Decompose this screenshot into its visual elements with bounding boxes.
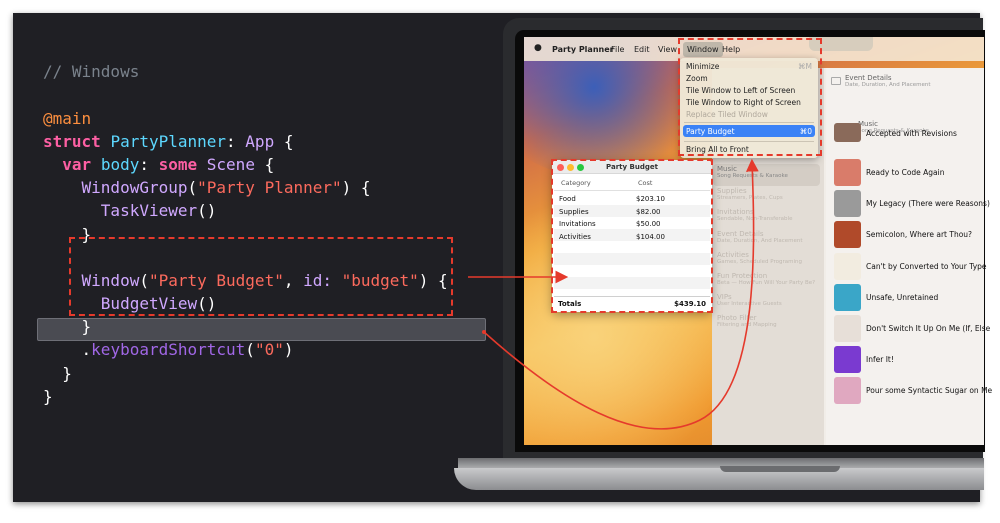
sidebar-item[interactable]: Invitations Sendable, Non-Transferable [717,208,792,222]
event-details-header: Event Details Date, Duration, And Placeme… [845,74,931,88]
sidebar-item[interactable]: Photo Filter Filtering and Mapping [717,314,777,328]
code-line-12: } [81,317,92,337]
song-row[interactable]: Can't by Converted to Your Type [832,253,987,281]
sidebar-item-subtitle: Date, Duration, And Placement [717,238,803,244]
sidebar-item-subtitle: Streamers, Plates, Cups [717,195,783,201]
sidebar-item-title: Supplies [717,187,747,195]
song-title: Infer It! [866,355,894,364]
sidebar-item-subtitle: Song Requests & Karaoke [717,173,788,179]
code-line-3: @main [43,108,92,128]
code-line-5: var body: some Scene { [62,154,275,174]
code-line-7: TaskViewer() [100,201,217,221]
menu-file[interactable]: File [611,45,624,54]
sidebar-item-subtitle: Games, Scheduled Programing [717,259,802,265]
song-row[interactable]: Accepted with Revisions [832,123,984,159]
code-line-14: } [62,363,72,383]
song-title: Don't Switch It Up On Me (If, Else [866,324,991,333]
code-line-13: .keyboardShortcut("0") [81,340,294,360]
sidebar-item-subtitle: User Interactive Guests [717,301,782,307]
album-art-image [834,190,861,217]
sidebar-item[interactable]: VIPs User Interactive Guests [717,293,782,307]
song-row[interactable]: Pour some Syntactic Sugar on Me [832,377,992,405]
sidebar-item[interactable]: Music Song Requests & Karaoke [717,165,788,179]
sidebar-item-title: Activities [717,251,749,259]
menu-edit[interactable]: Edit [634,45,650,54]
sidebar-item-subtitle: Beta — How Fun Will Your Party Be? [717,280,816,286]
sidebar-item-title: Event Details [717,230,764,238]
album-art-image [834,284,861,311]
song-row[interactable]: My Legacy (There were Reasons) [832,190,990,218]
album-art-image [834,346,861,373]
album-art-image [834,253,861,280]
window-scene-callout-box [69,237,453,316]
album-art-image [834,377,861,404]
sidebar-item-subtitle: Sendable, Non-Transferable [717,216,793,222]
code-line-6: WindowGroup("Party Planner") { [81,178,371,198]
song-title: Accepted with Revisions [866,129,957,138]
album-art-image [834,123,861,142]
song-row[interactable]: Ready to Code Again [832,159,984,187]
song-row[interactable]: Unsafe, Unretained [832,284,984,312]
sidebar-item[interactable]: Supplies Streamers, Plates, Cups [717,187,783,201]
sidebar-item[interactable]: Fun Protection Beta — How Fun Will Your P… [717,272,815,286]
song-title: Can't by Converted to Your Type [866,262,987,271]
code-line-15: } [43,386,53,406]
sidebar-item-title: Music [717,165,737,173]
song-title: Semicolon, Where art Thou? [866,230,973,239]
song-title: Unsafe, Unretained [866,293,939,302]
song-row[interactable]: Infer It! [832,346,984,374]
song-row[interactable]: Semicolon, Where art Thou? [832,221,984,249]
song-title: Ready to Code Again [866,168,945,177]
code-line-4: struct PartyPlanner: App { [43,131,294,151]
laptop-opening-groove [720,466,840,472]
sidebar-item[interactable]: Event Details Date, Duration, And Placeme… [717,230,803,244]
sidebar-item-title: Invitations [717,208,754,216]
song-title: My Legacy (There were Reasons) [866,199,990,208]
code-line-1: // Windows [43,62,140,82]
song-row[interactable]: Don't Switch It Up On Me (If, Else [832,315,990,343]
event-folder-icon [831,77,841,85]
laptop-base [454,468,984,490]
sidebar-item-title: VIPs [717,293,732,301]
album-art-image [834,221,861,248]
sidebar-item-subtitle: Filtering and Mapping [717,322,777,328]
album-art-image [834,159,861,186]
budget-window-callout-box [551,159,713,313]
album-art-image [834,315,861,342]
sidebar-item-title: Fun Protection [717,272,768,280]
song-title: Pour some Syntactic Sugar on Me [866,386,993,395]
sidebar-item[interactable]: Activities Games, Scheduled Programing [717,251,802,265]
window-menu-callout-box [678,38,822,156]
menu-app-name[interactable]: Party Planner [552,45,614,54]
apple-logo-icon[interactable]: ● [534,43,542,53]
menu-view[interactable]: View [658,45,677,54]
sidebar-item-title: Photo Filter [717,314,757,322]
